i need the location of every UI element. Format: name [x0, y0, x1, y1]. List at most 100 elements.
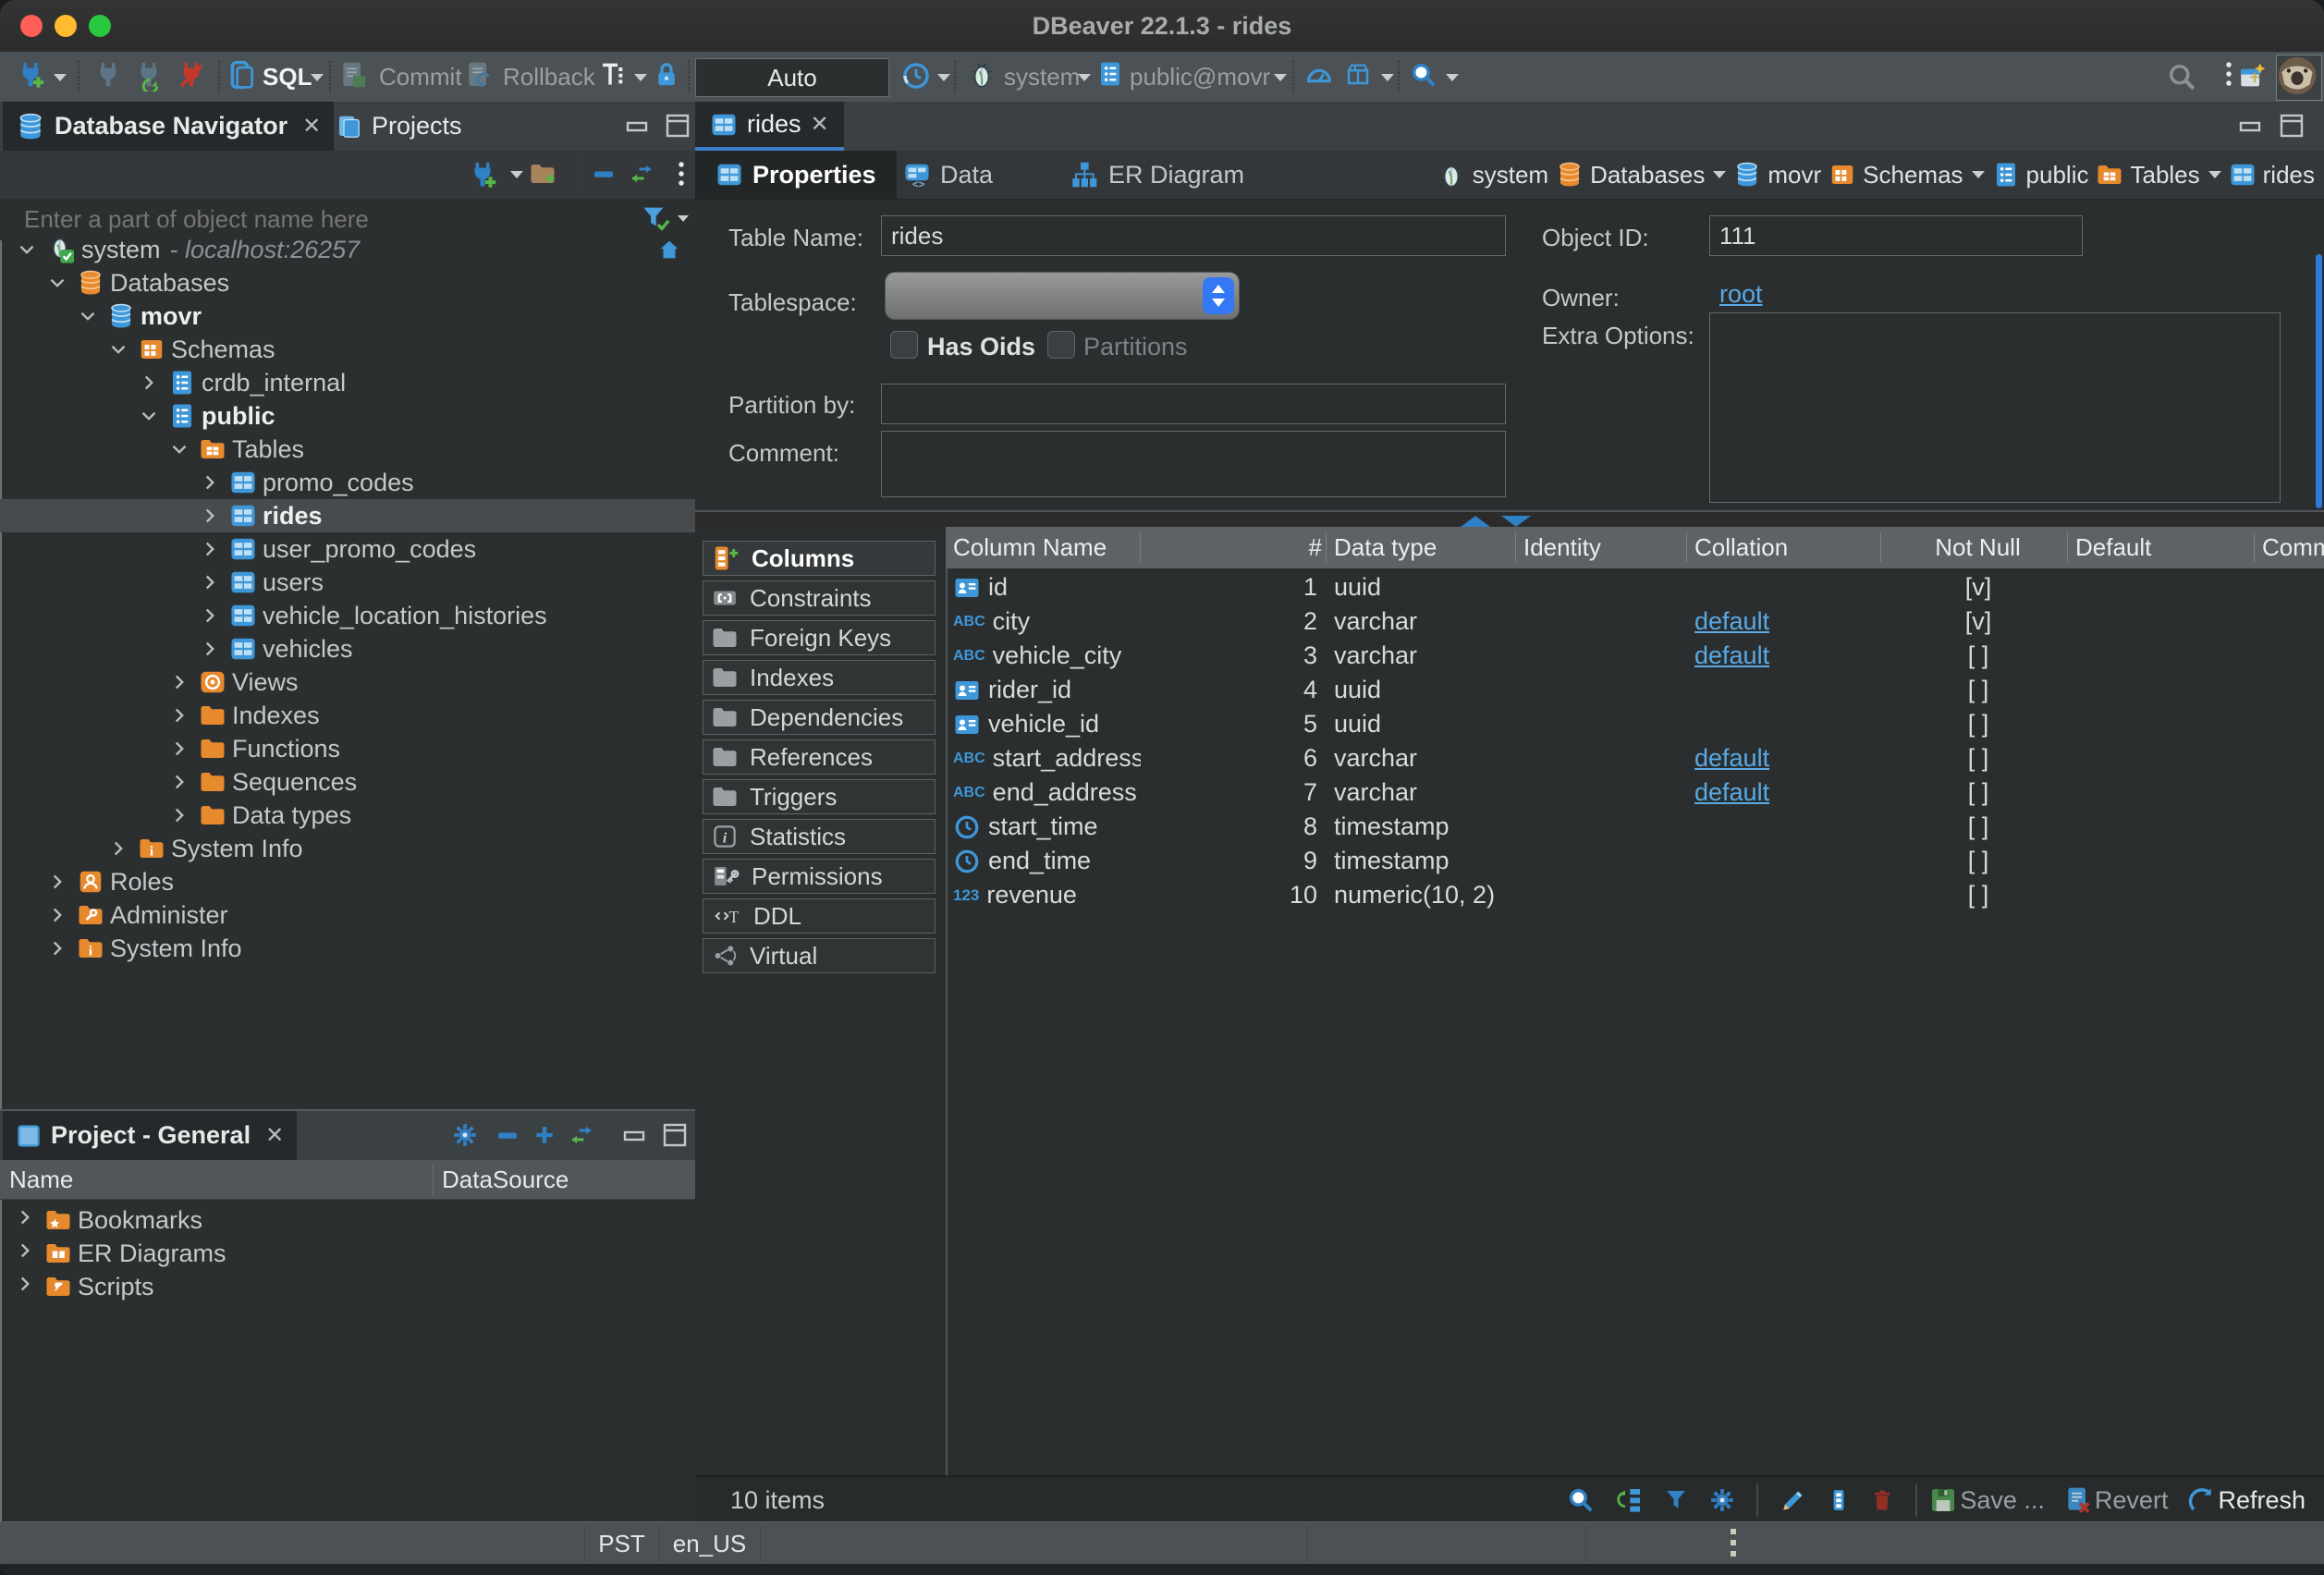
cell-data-type[interactable]: timestamp [1327, 812, 1516, 841]
settings-gear-icon[interactable] [1708, 1486, 1736, 1514]
breadcrumb-item-system[interactable]: system [1437, 160, 1548, 189]
cell-not-null[interactable]: [ ] [1881, 710, 2068, 739]
tree-item-functions[interactable]: Functions [0, 732, 695, 765]
scrollbar-thumb[interactable] [2316, 254, 2322, 508]
side-tab-virtual[interactable]: Virtual [703, 938, 936, 973]
transaction-log-icon[interactable] [599, 60, 629, 90]
owner-link[interactable]: root [1719, 280, 1763, 309]
caret-down-icon[interactable] [937, 74, 950, 81]
close-tab-icon[interactable]: ✕ [302, 113, 321, 140]
reconnect-icon[interactable] [133, 60, 165, 92]
caret-down-icon[interactable] [1446, 74, 1459, 81]
grid-row-id[interactable]: id1uuid[v] [946, 570, 2324, 604]
global-search-icon[interactable] [2165, 60, 2198, 93]
auto-commit-selector[interactable]: Auto [695, 58, 889, 97]
tree-item-sequences[interactable]: Sequences [0, 765, 695, 799]
search-columns-icon[interactable] [1566, 1485, 1596, 1515]
cell-column-name[interactable]: ABCend_address [946, 778, 1141, 807]
tree-item-system-info[interactable]: iSystem Info [0, 932, 695, 965]
expand-all-icon[interactable] [531, 1124, 558, 1146]
compare-icon[interactable] [1614, 1485, 1644, 1515]
cell-not-null[interactable]: [ ] [1881, 847, 2068, 875]
connect-icon[interactable] [92, 60, 124, 92]
cell-column-name[interactable]: rider_id [946, 676, 1141, 704]
tree-item-administer[interactable]: Administer [0, 898, 695, 932]
revert-button[interactable]: Revert [2095, 1486, 2169, 1515]
cell-not-null[interactable]: [v] [1881, 573, 2068, 602]
grid-header-comm[interactable]: Comm [2255, 532, 2324, 562]
minimize-window-button[interactable] [55, 15, 77, 37]
side-tab-permissions[interactable]: Permissions [703, 859, 936, 894]
avatar[interactable] [2276, 55, 2322, 101]
tree-expand-icon[interactable] [43, 934, 71, 962]
project-item-bookmarks[interactable]: Bookmarks [0, 1203, 695, 1237]
breadcrumb-item-tables[interactable]: Tables [2096, 161, 2220, 189]
partition-by-input[interactable] [881, 384, 1506, 424]
grid-header-not-null[interactable]: Not Null [1881, 532, 2068, 562]
link-with-editor-icon[interactable] [627, 160, 656, 188]
tree-expand-icon[interactable] [13, 1272, 37, 1302]
tree-item-users[interactable]: users [0, 566, 695, 599]
tree-expand-icon[interactable] [165, 735, 193, 763]
tree-item-vehicle-location-histories[interactable]: vehicle_location_histories [0, 599, 695, 632]
collation-default-link[interactable]: default [1694, 744, 1769, 773]
collapse-all-icon[interactable] [494, 1124, 521, 1146]
tree-collapse-icon[interactable] [165, 435, 193, 463]
lock-icon[interactable] [653, 60, 680, 90]
collation-default-link[interactable]: default [1694, 641, 1769, 670]
caret-down-icon[interactable] [1972, 171, 1985, 178]
close-window-button[interactable] [20, 15, 43, 37]
cell-column-name[interactable]: id [946, 573, 1141, 602]
project-item-er-diagrams[interactable]: ER Diagrams [0, 1237, 695, 1270]
grid-row-rider_id[interactable]: rider_id4uuid[ ] [946, 673, 2324, 707]
tree-expand-icon[interactable] [196, 602, 224, 629]
collapse-down-icon[interactable] [1501, 516, 1531, 527]
collation-default-link[interactable]: default [1694, 607, 1769, 636]
maximize-panel-icon[interactable] [661, 1124, 689, 1146]
caret-down-icon[interactable] [634, 74, 647, 81]
tab-rides-editor[interactable]: rides ✕ [695, 102, 844, 151]
cell-ordinal[interactable]: 2 [1141, 607, 1327, 636]
tree-item-system[interactable]: system - localhost:26257 [0, 233, 695, 266]
tree-item-roles[interactable]: Roles [0, 865, 695, 898]
grid-header-data-type[interactable]: Data type [1327, 532, 1516, 562]
tree-expand-icon[interactable] [165, 801, 193, 829]
link-editor-icon[interactable] [568, 1124, 595, 1146]
tree-expand-icon[interactable] [196, 568, 224, 596]
caret-down-icon[interactable] [311, 74, 324, 81]
rollback-button[interactable]: Rollback [503, 52, 595, 102]
cell-column-name[interactable]: ABCvehicle_city [946, 641, 1141, 670]
locale-indicator[interactable]: en_US [659, 1522, 760, 1565]
caret-down-icon[interactable] [510, 171, 523, 178]
cell-not-null[interactable]: [ ] [1881, 778, 2068, 807]
breadcrumb-item-schemas[interactable]: Schemas [1829, 161, 1984, 189]
breadcrumb-item-databases[interactable]: Databases [1556, 161, 1726, 189]
grid-row-vehicle_city[interactable]: ABCvehicle_city3varchardefault[ ] [946, 639, 2324, 673]
minimize-panel-icon[interactable] [621, 1124, 649, 1146]
extra-options-textarea[interactable] [1709, 312, 2281, 503]
side-tab-references[interactable]: References [703, 739, 936, 775]
tree-expand-icon[interactable] [135, 369, 163, 397]
minimize-panel-icon[interactable] [624, 115, 652, 137]
new-window-icon[interactable] [2237, 60, 2269, 92]
caret-down-icon[interactable] [1713, 171, 1726, 178]
caret-down-icon[interactable] [2208, 171, 2221, 178]
save-button[interactable]: Save ... [1960, 1486, 2045, 1515]
tab-project-general[interactable]: Project - General ✕ [3, 1111, 297, 1160]
save-icon[interactable] [1928, 1485, 1958, 1515]
tree-collapse-icon[interactable] [74, 302, 102, 330]
object-filter-input[interactable] [22, 201, 599, 238]
caret-down-icon[interactable] [1078, 74, 1091, 81]
new-folder-icon[interactable] [529, 160, 557, 188]
edit-pencil-icon[interactable] [1779, 1485, 1808, 1515]
table-name-input[interactable] [881, 215, 1506, 256]
commit-icon[interactable] [338, 60, 368, 90]
project-item-scripts[interactable]: Scripts [0, 1270, 695, 1303]
side-tab-ddl[interactable]: TDDL [703, 898, 936, 934]
cell-ordinal[interactable]: 7 [1141, 778, 1327, 807]
tablespace-select[interactable] [886, 273, 1239, 319]
cell-collation[interactable]: default [1687, 778, 1881, 807]
grid-header-column-name[interactable]: Column Name [946, 532, 1141, 562]
zoom-window-button[interactable] [89, 15, 111, 37]
expand-up-icon[interactable] [1461, 516, 1490, 527]
